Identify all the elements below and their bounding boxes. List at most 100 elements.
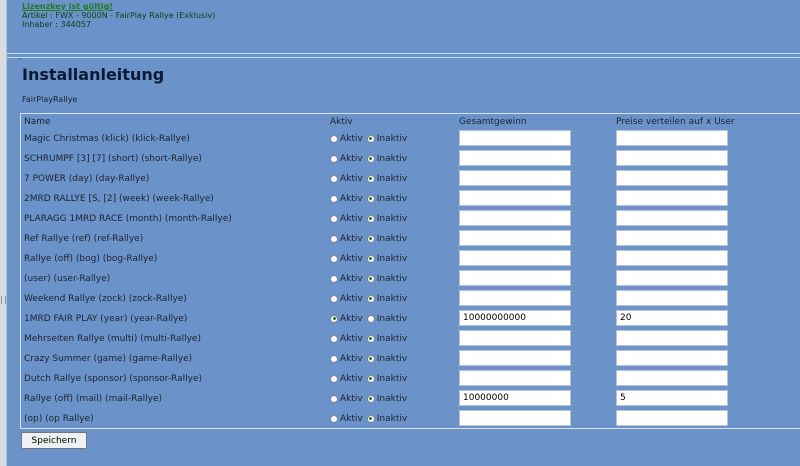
inaktiv-radio[interactable] — [366, 394, 375, 403]
license-status: Lizenzkey ist gültig! — [22, 2, 114, 11]
preise-user-input[interactable] — [616, 290, 728, 306]
preise-user-input[interactable] — [616, 330, 728, 346]
table-row: (user) (user-Rallye) Aktiv Inaktiv — [21, 268, 800, 288]
frame-resize-grip[interactable] — [1, 296, 6, 304]
left-frame-border — [0, 0, 7, 466]
inaktiv-radio[interactable] — [366, 314, 375, 323]
inaktiv-radio[interactable] — [366, 254, 375, 263]
status-radio-group: Aktiv Inaktiv — [330, 234, 411, 244]
inaktiv-radio[interactable] — [366, 354, 375, 363]
inaktiv-label: Inaktiv — [376, 354, 408, 364]
gesamtgewinn-input[interactable] — [459, 290, 571, 306]
status-radio-group: Aktiv Inaktiv — [330, 214, 411, 224]
gesamtgewinn-input[interactable] — [459, 250, 571, 266]
status-radio-group: Aktiv Inaktiv — [330, 154, 411, 164]
aktiv-radio[interactable] — [330, 354, 338, 363]
license-info: Lizenzkey ist gültig! Artikel : FWX - 90… — [22, 2, 215, 29]
preise-user-input[interactable] — [616, 190, 728, 206]
aktiv-label: Aktiv — [340, 294, 363, 304]
gesamtgewinn-input[interactable] — [459, 370, 571, 386]
inaktiv-radio[interactable] — [366, 334, 375, 343]
rallye-name: Magic Christmas (klick) (klick-Rallye) — [24, 134, 190, 144]
aktiv-radio[interactable] — [330, 334, 338, 343]
save-button[interactable]: Speichern — [21, 432, 87, 449]
inaktiv-radio[interactable] — [366, 294, 375, 303]
inaktiv-radio[interactable] — [366, 414, 375, 423]
rallye-name: Ref Rallye (ref) (ref-Rallye) — [24, 234, 144, 244]
rallye-name: Mehrseiten Rallye (multi) (multi-Rallye) — [24, 334, 201, 344]
gesamtgewinn-input[interactable] — [459, 330, 571, 346]
preise-user-input[interactable] — [616, 250, 728, 266]
preise-user-input[interactable] — [616, 150, 728, 166]
gesamtgewinn-input[interactable] — [459, 310, 571, 326]
status-radio-group: Aktiv Inaktiv — [330, 274, 411, 284]
inaktiv-radio[interactable] — [366, 274, 375, 283]
inaktiv-radio[interactable] — [366, 374, 375, 383]
aktiv-radio[interactable] — [330, 174, 338, 183]
aktiv-radio[interactable] — [330, 194, 338, 203]
aktiv-radio[interactable] — [330, 314, 338, 323]
gesamtgewinn-input[interactable] — [459, 230, 571, 246]
aktiv-radio[interactable] — [330, 254, 338, 263]
aktiv-radio[interactable] — [330, 394, 338, 403]
rallye-name: Weekend Rallye (zock) (zock-Rallye) — [24, 294, 187, 304]
aktiv-label: Aktiv — [340, 394, 363, 404]
divider — [7, 53, 800, 54]
aktiv-radio[interactable] — [330, 214, 338, 223]
aktiv-radio[interactable] — [330, 294, 338, 303]
status-radio-group: Aktiv Inaktiv — [330, 194, 411, 204]
aktiv-label: Aktiv — [340, 194, 363, 204]
inaktiv-radio[interactable] — [366, 234, 375, 243]
inaktiv-label: Inaktiv — [376, 314, 408, 324]
inaktiv-label: Inaktiv — [376, 194, 408, 204]
header-aktiv: Aktiv — [330, 117, 353, 127]
aktiv-label: Aktiv — [340, 134, 363, 144]
preise-user-input[interactable] — [616, 310, 728, 326]
page-content: Lizenzkey ist gültig! Artikel : FWX - 90… — [7, 0, 800, 466]
preise-user-input[interactable] — [616, 270, 728, 286]
preise-user-input[interactable] — [616, 350, 728, 366]
rallye-name: (user) (user-Rallye) — [24, 274, 111, 284]
preise-user-input[interactable] — [616, 210, 728, 226]
status-radio-group: Aktiv Inaktiv — [330, 254, 411, 264]
aktiv-label: Aktiv — [340, 354, 363, 364]
status-radio-group: Aktiv Inaktiv — [330, 314, 411, 324]
status-radio-group: Aktiv Inaktiv — [330, 394, 411, 404]
table-header: Name Aktiv Gesamtgewinn Preise verteilen… — [21, 114, 800, 128]
aktiv-radio[interactable] — [330, 134, 338, 143]
gesamtgewinn-input[interactable] — [459, 170, 571, 186]
inaktiv-radio[interactable] — [366, 134, 375, 143]
gesamtgewinn-input[interactable] — [459, 150, 571, 166]
gesamtgewinn-input[interactable] — [459, 410, 571, 426]
gesamtgewinn-input[interactable] — [459, 390, 571, 406]
bullet-marker: ' — [19, 57, 21, 65]
preise-user-input[interactable] — [616, 130, 728, 146]
aktiv-radio[interactable] — [330, 414, 338, 423]
gesamtgewinn-input[interactable] — [459, 130, 571, 146]
gesamtgewinn-input[interactable] — [459, 350, 571, 366]
inaktiv-label: Inaktiv — [376, 394, 408, 404]
inaktiv-label: Inaktiv — [376, 214, 408, 224]
aktiv-radio[interactable] — [330, 374, 338, 383]
gesamtgewinn-input[interactable] — [459, 190, 571, 206]
aktiv-radio[interactable] — [330, 154, 338, 163]
inaktiv-label: Inaktiv — [376, 334, 408, 344]
rallye-name: SCHRUMPF [3] [7] (short) (short-Rallye) — [24, 154, 202, 164]
gesamtgewinn-input[interactable] — [459, 270, 571, 286]
inaktiv-radio[interactable] — [366, 214, 375, 223]
aktiv-radio[interactable] — [330, 234, 338, 243]
preise-user-input[interactable] — [616, 170, 728, 186]
inaktiv-radio[interactable] — [366, 194, 375, 203]
inaktiv-radio[interactable] — [366, 174, 375, 183]
inaktiv-radio[interactable] — [366, 154, 375, 163]
preise-user-input[interactable] — [616, 370, 728, 386]
aktiv-radio[interactable] — [330, 274, 338, 283]
status-radio-group: Aktiv Inaktiv — [330, 354, 411, 364]
gesamtgewinn-input[interactable] — [459, 210, 571, 226]
preise-user-input[interactable] — [616, 410, 728, 426]
preise-user-input[interactable] — [616, 390, 728, 406]
divider — [7, 57, 800, 58]
aktiv-label: Aktiv — [340, 314, 363, 324]
inaktiv-label: Inaktiv — [376, 274, 408, 284]
preise-user-input[interactable] — [616, 230, 728, 246]
